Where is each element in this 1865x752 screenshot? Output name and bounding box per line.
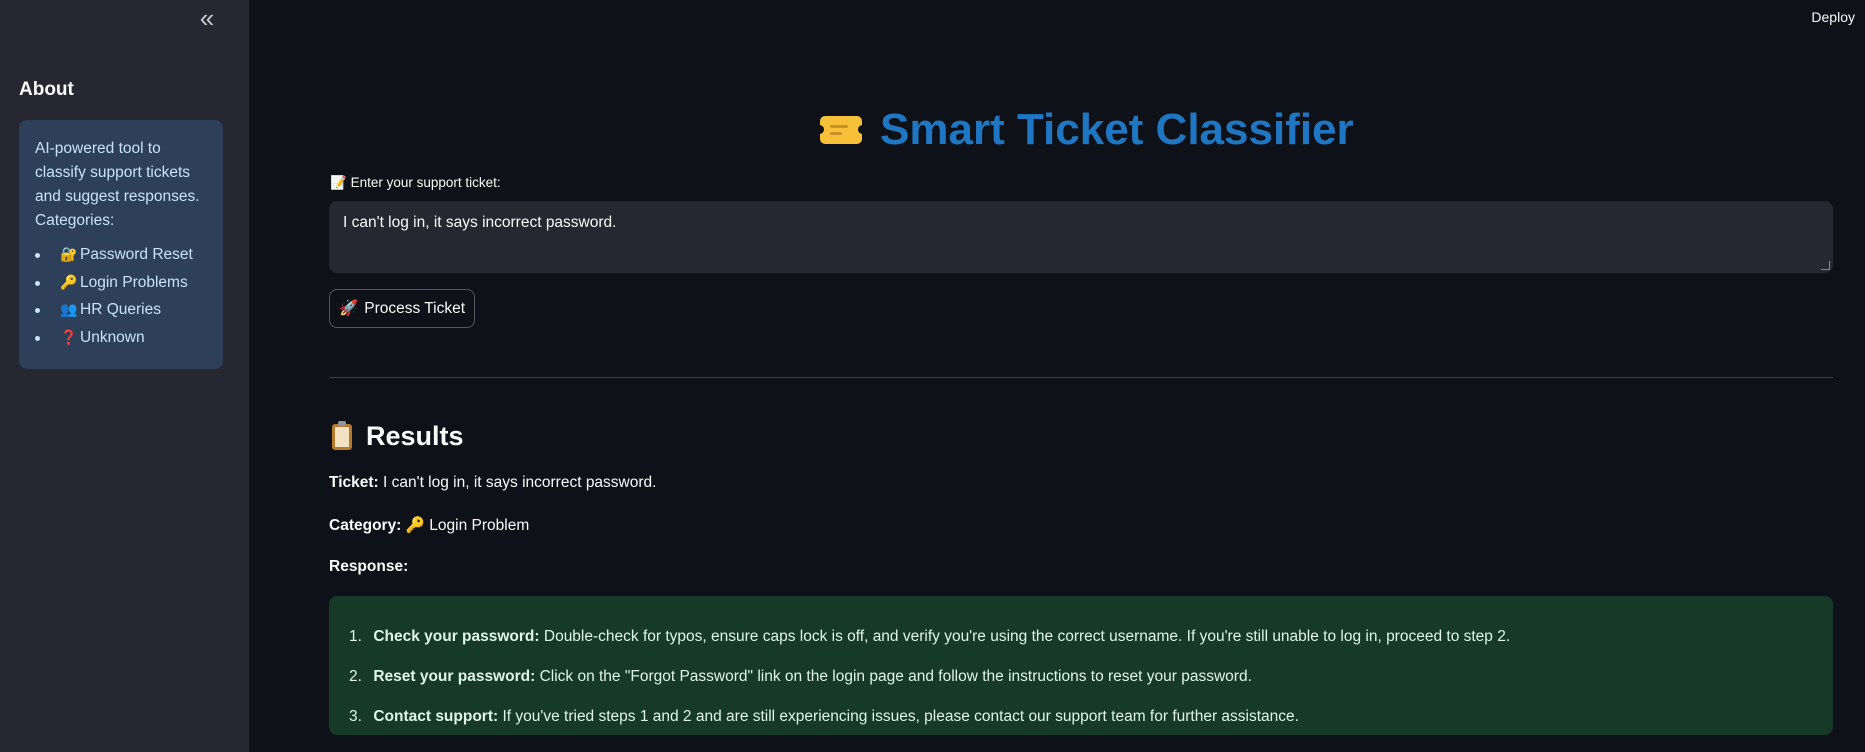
resize-handle-icon[interactable] (1821, 261, 1830, 270)
category-label: Password Reset (80, 246, 193, 263)
result-ticket-row: Ticket: I can't log in, it says incorrec… (329, 474, 656, 492)
lock-key-icon: 🔐 (60, 246, 78, 262)
result-category-value: Login Problem (429, 517, 530, 534)
process-ticket-button[interactable]: 🚀 Process Ticket (329, 289, 475, 328)
category-list: 🔐 Password Reset 🔑 Login Problems 👥 HR Quer… (35, 241, 207, 351)
result-ticket-value: I can't log in, it says incorrect passwo… (383, 474, 657, 491)
response-step: 2. Reset your password: Click on the "Fo… (349, 657, 1813, 697)
category-item-password-reset: 🔐 Password Reset (35, 241, 207, 269)
result-response-label: Response: (329, 558, 409, 575)
category-label: HR Queries (80, 301, 161, 318)
ticket-input-label: 📝 Enter your support ticket: (330, 175, 501, 191)
about-info-box: AI-powered tool to classify support tick… (19, 120, 223, 369)
key-icon: 🔑 (405, 517, 425, 534)
category-item-login-problems: 🔑 Login Problems (35, 269, 207, 297)
step-number: 3. (349, 708, 362, 725)
collapse-sidebar-icon[interactable]: « (196, 4, 218, 32)
step-title: Check your password: (373, 628, 540, 645)
result-category-label: Category: (329, 517, 402, 534)
sidebar: « About AI-powered tool to classify supp… (0, 0, 249, 752)
page-title-text: Smart Ticket Classifier (880, 105, 1354, 154)
about-description: AI-powered tool to classify support tick… (35, 140, 200, 229)
ticket-textarea-value: I can't log in, it says incorrect passwo… (343, 214, 617, 231)
step-title: Contact support: (373, 708, 499, 725)
ticket-icon (815, 116, 867, 144)
people-icon: 👥 (60, 301, 78, 317)
question-mark-icon: ❓ (60, 328, 78, 345)
response-success-box: 1. Check your password: Double-check for… (329, 596, 1833, 735)
divider (329, 377, 1833, 378)
results-heading-text: Results (366, 421, 464, 451)
result-response-row: Response: (329, 558, 408, 576)
deploy-button[interactable]: Deploy (1811, 9, 1855, 25)
category-label: Unknown (80, 328, 145, 346)
response-step: 1. Check your password: Double-check for… (349, 617, 1813, 657)
result-category-row: Category: 🔑 Login Problem (329, 516, 529, 535)
category-item-hr-queries: 👥 HR Queries (35, 296, 207, 324)
step-title: Reset your password: (373, 668, 536, 685)
result-ticket-label: Ticket: (329, 474, 379, 491)
rocket-icon: 🚀 (338, 300, 359, 317)
process-ticket-label: Process Ticket (364, 299, 466, 317)
results-heading: Results (332, 420, 464, 452)
memo-icon: 📝 (330, 175, 347, 190)
step-text: Double-check for typos, ensure caps lock… (543, 628, 1511, 645)
ticket-textarea[interactable]: I can't log in, it says incorrect passwo… (329, 201, 1833, 273)
category-item-unknown: ❓ Unknown (35, 324, 207, 352)
page-title: Smart Ticket Classifier (815, 100, 1354, 160)
about-heading: About (19, 79, 74, 100)
response-step: 3. Contact support: If you've tried step… (349, 697, 1813, 737)
step-text: Click on the "Forgot Password" link on t… (539, 668, 1252, 685)
step-number: 1. (349, 628, 362, 645)
category-label: Login Problems (80, 273, 188, 291)
step-text: If you've tried steps 1 and 2 and are st… (502, 708, 1299, 725)
step-number: 2. (349, 668, 362, 685)
clipboard-icon (332, 420, 352, 450)
ticket-input-label-text: Enter your support ticket: (350, 175, 501, 190)
key-icon: 🔑 (60, 273, 78, 290)
